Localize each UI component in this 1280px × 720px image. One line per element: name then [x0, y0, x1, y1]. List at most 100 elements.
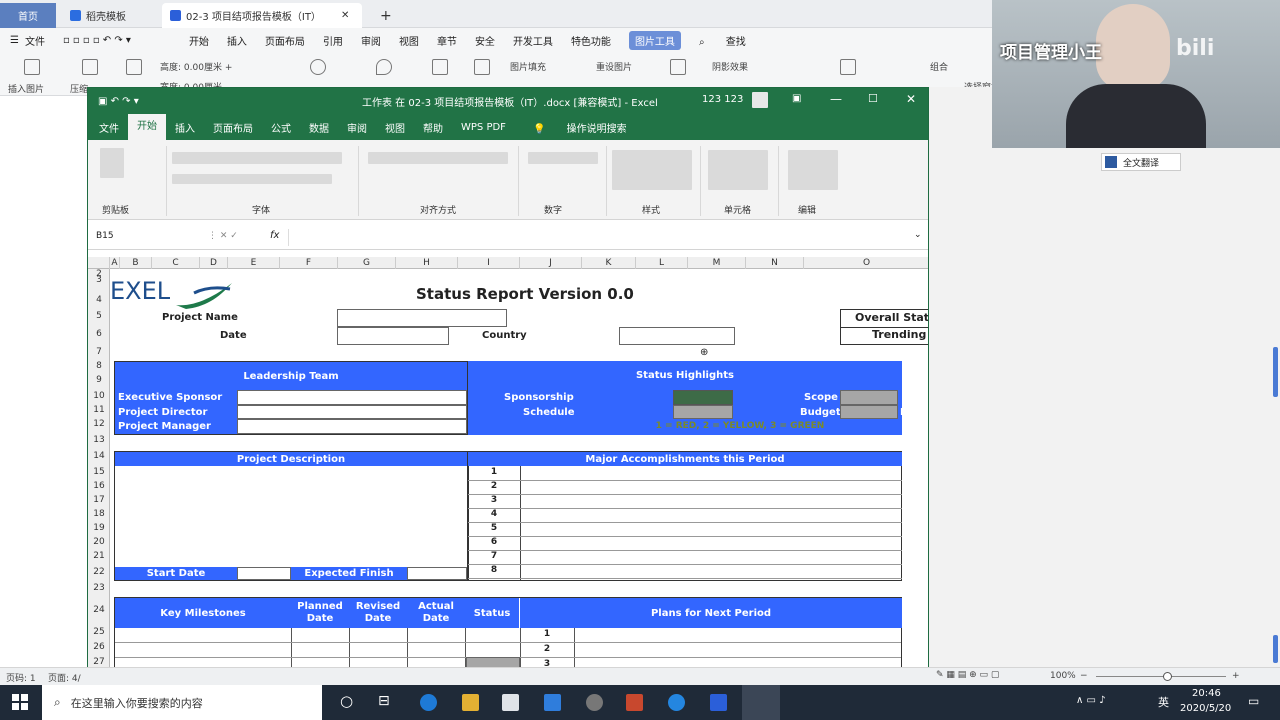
zoom-slider-thumb[interactable] — [1163, 672, 1172, 681]
name-box[interactable]: B15 — [96, 231, 180, 241]
tab-formulas[interactable]: 公式 — [262, 120, 300, 135]
reset-image-button[interactable]: 重设图片 — [596, 60, 632, 73]
start-date-field[interactable] — [237, 567, 291, 580]
user-name[interactable]: 123 123 — [702, 94, 743, 105]
row-header[interactable]: 9 — [88, 375, 110, 385]
column-header[interactable]: M — [688, 257, 746, 269]
font-name-box[interactable] — [172, 152, 342, 164]
row-header[interactable]: 3 — [88, 275, 110, 285]
tray-icons[interactable]: ∧ ▭ ♪ — [1076, 695, 1106, 706]
column-header[interactable]: D — [200, 257, 228, 269]
column-header[interactable]: F — [280, 257, 338, 269]
column-header[interactable]: J — [520, 257, 582, 269]
row-header[interactable]: 5 — [88, 311, 110, 321]
browser-icon[interactable] — [668, 694, 685, 711]
translate-panel-item[interactable]: 全文翻译 — [1101, 153, 1181, 171]
column-header[interactable]: C — [152, 257, 200, 269]
menu-reference[interactable]: 引用 — [323, 33, 343, 48]
accomplishment-field[interactable] — [521, 565, 901, 578]
close-icon[interactable]: ✕ — [906, 92, 916, 106]
row-header[interactable]: 16 — [88, 481, 110, 491]
side-scrollbar[interactable] — [1273, 347, 1278, 397]
zoom-level[interactable]: 100% — [1050, 671, 1076, 681]
wps-tab-home[interactable]: 首页 — [0, 3, 56, 28]
expand-formula-icon[interactable]: ⌄ — [914, 230, 922, 240]
tab-insert[interactable]: 插入 — [166, 120, 204, 135]
row-header[interactable]: 24 — [88, 605, 110, 615]
menu-special[interactable]: 特色功能 — [571, 33, 611, 48]
tab-home[interactable]: 开始 — [128, 114, 166, 140]
column-header[interactable]: G — [338, 257, 396, 269]
column-header[interactable]: H — [396, 257, 458, 269]
row-header[interactable]: 13 — [88, 435, 110, 445]
date-field[interactable] — [337, 327, 449, 345]
row-header[interactable]: 4 — [88, 295, 110, 305]
tab-wps-pdf[interactable]: WPS PDF — [452, 122, 515, 133]
mail-icon[interactable] — [544, 694, 561, 711]
avatar[interactable] — [752, 92, 768, 108]
alignment-icons[interactable] — [368, 152, 508, 164]
expected-finish-field[interactable] — [407, 567, 467, 580]
clock-time[interactable]: 20:46 — [1192, 688, 1221, 699]
file-explorer-icon[interactable] — [462, 694, 479, 711]
column-header[interactable]: L — [636, 257, 688, 269]
crop-icon[interactable] — [82, 59, 98, 75]
row-header[interactable]: 17 — [88, 495, 110, 505]
accomplishment-field[interactable] — [521, 537, 901, 550]
store-icon[interactable] — [502, 694, 519, 711]
country-field[interactable] — [619, 327, 735, 345]
resize-icon[interactable] — [126, 59, 142, 75]
budget-status-cell[interactable] — [840, 405, 898, 419]
shadow-button[interactable]: 阴影效果 — [712, 60, 748, 73]
maximize-icon[interactable]: ☐ — [868, 92, 878, 105]
schedule-status-cell[interactable] — [673, 405, 733, 419]
minimize-icon[interactable]: — — [830, 92, 842, 106]
new-tab-button[interactable]: + — [372, 3, 400, 28]
column-header[interactable]: I — [458, 257, 520, 269]
accomplishment-field[interactable] — [521, 509, 901, 522]
menu-search[interactable]: ⌕ 查找 — [699, 33, 764, 48]
column-header[interactable]: N — [746, 257, 804, 269]
side-scrollbar-lower[interactable] — [1273, 635, 1278, 663]
tab-data[interactable]: 数据 — [300, 120, 338, 135]
column-header[interactable]: E — [228, 257, 280, 269]
view-mode-icons[interactable]: ✎ ▦ ▤ ⊕ ▭ ▢ — [936, 670, 999, 680]
tab-page-layout[interactable]: 页面布局 — [204, 120, 262, 135]
menu-icon[interactable]: ☰ — [10, 35, 19, 46]
tab-review[interactable]: 审阅 — [338, 120, 376, 135]
row-header[interactable]: 10 — [88, 391, 110, 401]
tab-help[interactable]: 帮助 — [414, 120, 452, 135]
zoom-slider[interactable] — [1096, 676, 1226, 677]
menu-insert[interactable]: 插入 — [227, 33, 247, 48]
project-name-field[interactable] — [337, 309, 507, 327]
row-header[interactable]: 23 — [88, 583, 110, 593]
quick-access-toolbar[interactable]: ▣ ↶ ↷ ▾ — [98, 96, 139, 107]
row-header[interactable]: 27 — [88, 657, 110, 667]
menu-dev-tools[interactable]: 开发工具 — [513, 33, 553, 48]
row-header[interactable]: 21 — [88, 551, 110, 561]
cortana-icon[interactable]: ○ — [340, 692, 353, 710]
accomplishment-field[interactable] — [521, 481, 901, 494]
wps-tab-document[interactable]: 02-3 项目结项报告模板（IT） ✕ — [162, 3, 362, 28]
effect-icon[interactable] — [474, 59, 490, 75]
row-header[interactable]: 14 — [88, 451, 110, 461]
font-format-icons[interactable] — [172, 174, 332, 184]
row-header[interactable]: 8 — [88, 361, 110, 371]
accomplishment-field[interactable] — [521, 495, 901, 508]
compress-button[interactable]: 压缩 — [70, 82, 88, 95]
row-header[interactable]: 6 — [88, 329, 110, 339]
row-header[interactable]: 15 — [88, 467, 110, 477]
stepper-icon[interactable]: + — [225, 63, 233, 73]
tab-file[interactable]: 文件 — [90, 120, 128, 135]
column-header[interactable]: A — [110, 257, 120, 269]
scope-status-cell[interactable] — [840, 390, 898, 405]
number-format-box[interactable] — [528, 152, 598, 164]
row-header[interactable]: 25 — [88, 627, 110, 637]
zoom-in-icon[interactable]: + — [1232, 671, 1240, 681]
tell-me-search[interactable]: 💡 操作说明搜索 — [515, 120, 645, 135]
windows-start-icon[interactable] — [12, 694, 28, 710]
notification-icon[interactable]: ▭ — [1248, 694, 1259, 708]
paste-icon[interactable] — [100, 148, 124, 178]
row-header[interactable]: 7 — [88, 347, 110, 357]
powerpoint-icon[interactable] — [626, 694, 643, 711]
